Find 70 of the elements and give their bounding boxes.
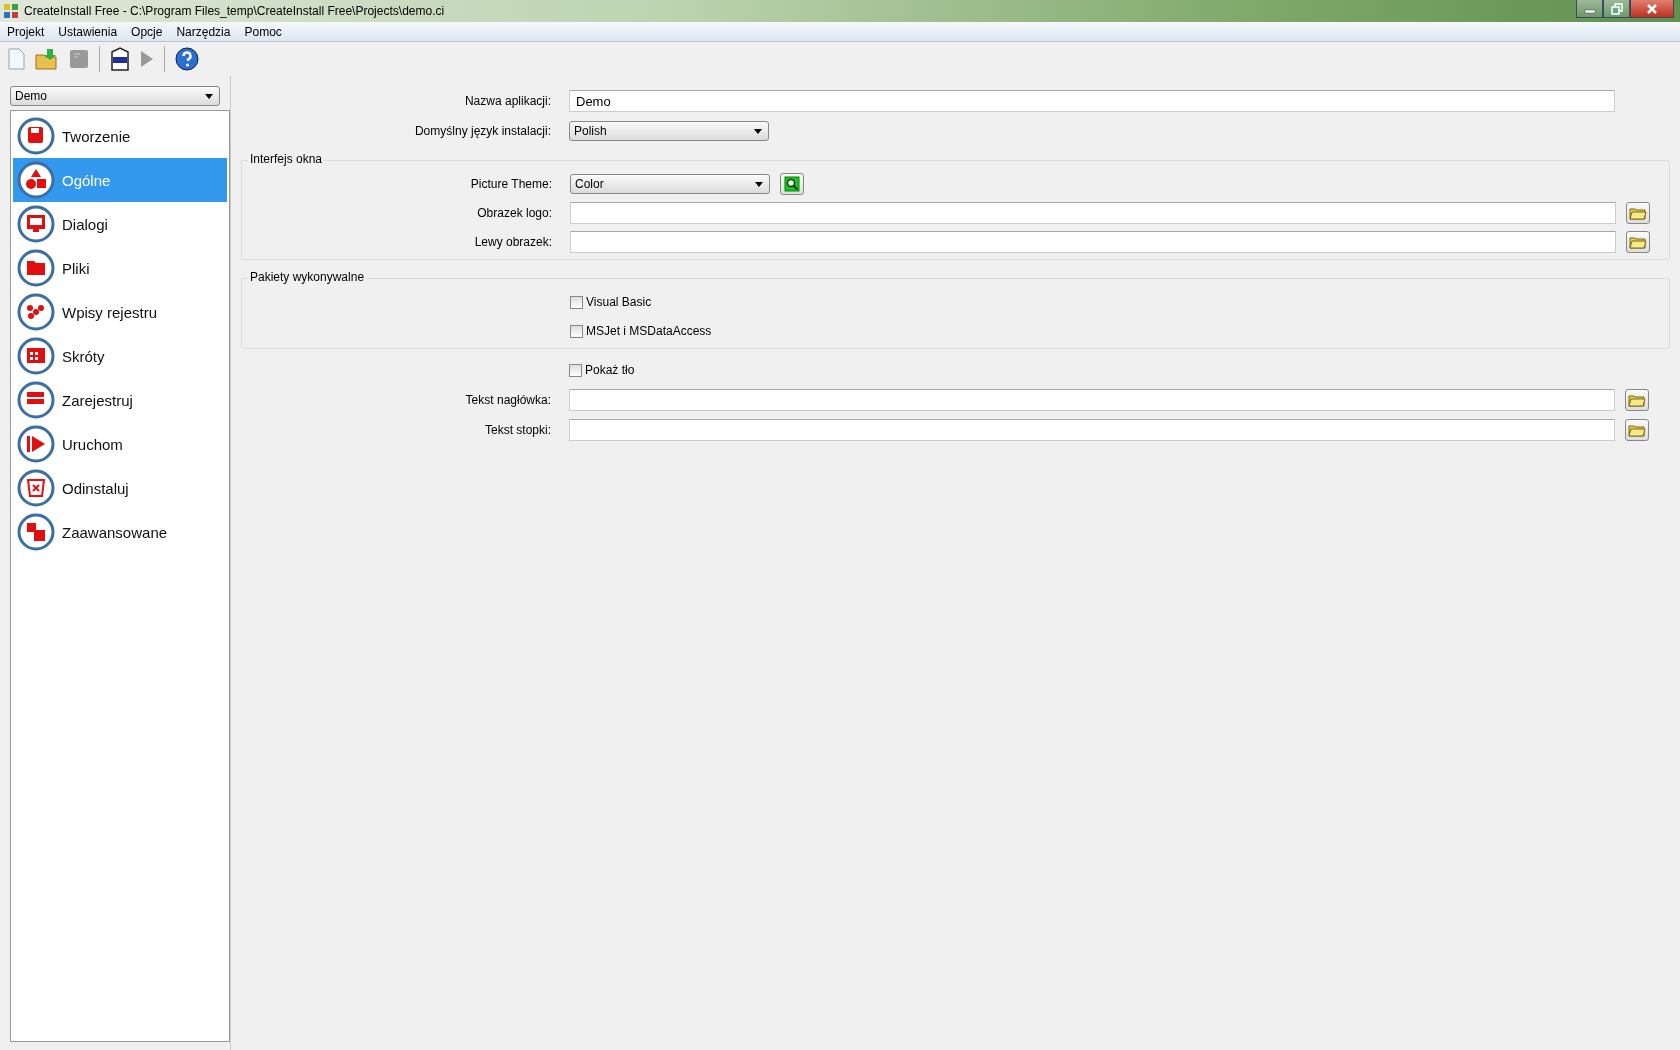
sidebar-item[interactable]: Zaawansowane	[13, 510, 227, 554]
field-label: Tekst nagłówka:	[465, 393, 551, 407]
menu-item[interactable]: Ustawienia	[51, 24, 125, 39]
sidebar-item[interactable]: Wpisy rejestru	[13, 290, 227, 334]
floppy-disk-icon	[17, 117, 55, 155]
magnifier-icon	[784, 176, 800, 192]
checkbox[interactable]	[570, 295, 583, 309]
play-icon	[140, 50, 154, 68]
preview-button[interactable]	[780, 173, 804, 195]
restore-button[interactable]	[1603, 0, 1630, 18]
group-title: Interfejs okna	[248, 152, 325, 166]
caret-icon	[205, 93, 213, 99]
app-icon	[3, 3, 19, 19]
checkbox[interactable]	[570, 324, 583, 338]
caret-icon	[754, 128, 762, 134]
caret-icon	[755, 181, 763, 187]
trash-icon	[17, 469, 55, 507]
menu-item[interactable]: Opcje	[124, 24, 170, 39]
folder-icon	[1629, 235, 1647, 249]
text-field[interactable]	[569, 389, 1615, 411]
menu-item[interactable]: Pomoc	[237, 24, 289, 39]
sidebar-item[interactable]: Tworzenie	[13, 114, 227, 158]
close-icon	[1646, 2, 1658, 15]
dropdown[interactable]: Color	[570, 174, 770, 194]
menu-item[interactable]: Projekt	[0, 24, 52, 39]
text-field[interactable]	[569, 419, 1615, 441]
field-label: Tekst stopki:	[484, 423, 551, 437]
folder-icon	[1629, 206, 1647, 220]
window-title: CreateInstall Free - C:\Program Files_temp\CreateInstall Free\Projects\demo.ci	[24, 4, 445, 18]
menu-item[interactable]: Narzędzia	[169, 24, 238, 39]
field-label: Obrazek logo:	[477, 206, 552, 220]
field-label: Nazwa aplikacji:	[464, 94, 551, 108]
field-label: Domyślny język instalacji:	[414, 124, 551, 138]
play-icon	[17, 425, 55, 463]
field-label: Lewy obrazek:	[474, 235, 552, 249]
folder-icon	[1628, 393, 1646, 407]
close-button[interactable]	[1630, 0, 1674, 18]
shapes-icon	[17, 161, 55, 199]
minimize-button[interactable]	[1576, 0, 1603, 18]
help-icon	[175, 47, 199, 71]
box-icon	[110, 46, 130, 72]
folder-icon	[17, 249, 55, 287]
sidebar-item[interactable]: Pliki	[13, 246, 227, 290]
browse-button[interactable]	[1626, 231, 1650, 253]
sidebar-item[interactable]: Zarejestruj	[13, 378, 227, 422]
sidebar-item[interactable]: Odinstaluj	[13, 466, 227, 510]
sidebar-item[interactable]: Dialogi	[13, 202, 227, 246]
checkbox-label: Visual Basic	[586, 295, 652, 309]
document-icon	[7, 48, 25, 70]
checkbox-label: Pokaż tło	[585, 363, 635, 377]
restore-icon	[1610, 2, 1623, 15]
text-field[interactable]	[570, 231, 1616, 253]
checkbox-label: MSJet i MSDataAccess	[586, 324, 712, 338]
project-dropdown[interactable]: Demo	[10, 86, 220, 106]
help-button[interactable]	[172, 45, 202, 73]
dropdown[interactable]: Polish	[569, 121, 769, 141]
group-title: Pakiety wykonywalne	[248, 270, 367, 284]
checkbox[interactable]	[569, 363, 582, 377]
field-label: Picture Theme:	[470, 177, 552, 191]
grid-icon	[17, 337, 55, 375]
text-field[interactable]: Demo	[569, 90, 1615, 112]
text-field[interactable]	[570, 202, 1616, 224]
browse-button[interactable]	[1625, 419, 1649, 441]
browse-button[interactable]	[1625, 389, 1649, 411]
monitor-icon	[17, 205, 55, 243]
sidebar-item[interactable]: Uruchom	[13, 422, 227, 466]
folder-icon	[35, 48, 59, 70]
sidebar-item[interactable]: Skróty	[13, 334, 227, 378]
browse-button[interactable]	[1626, 202, 1650, 224]
folder-icon	[1628, 423, 1646, 437]
